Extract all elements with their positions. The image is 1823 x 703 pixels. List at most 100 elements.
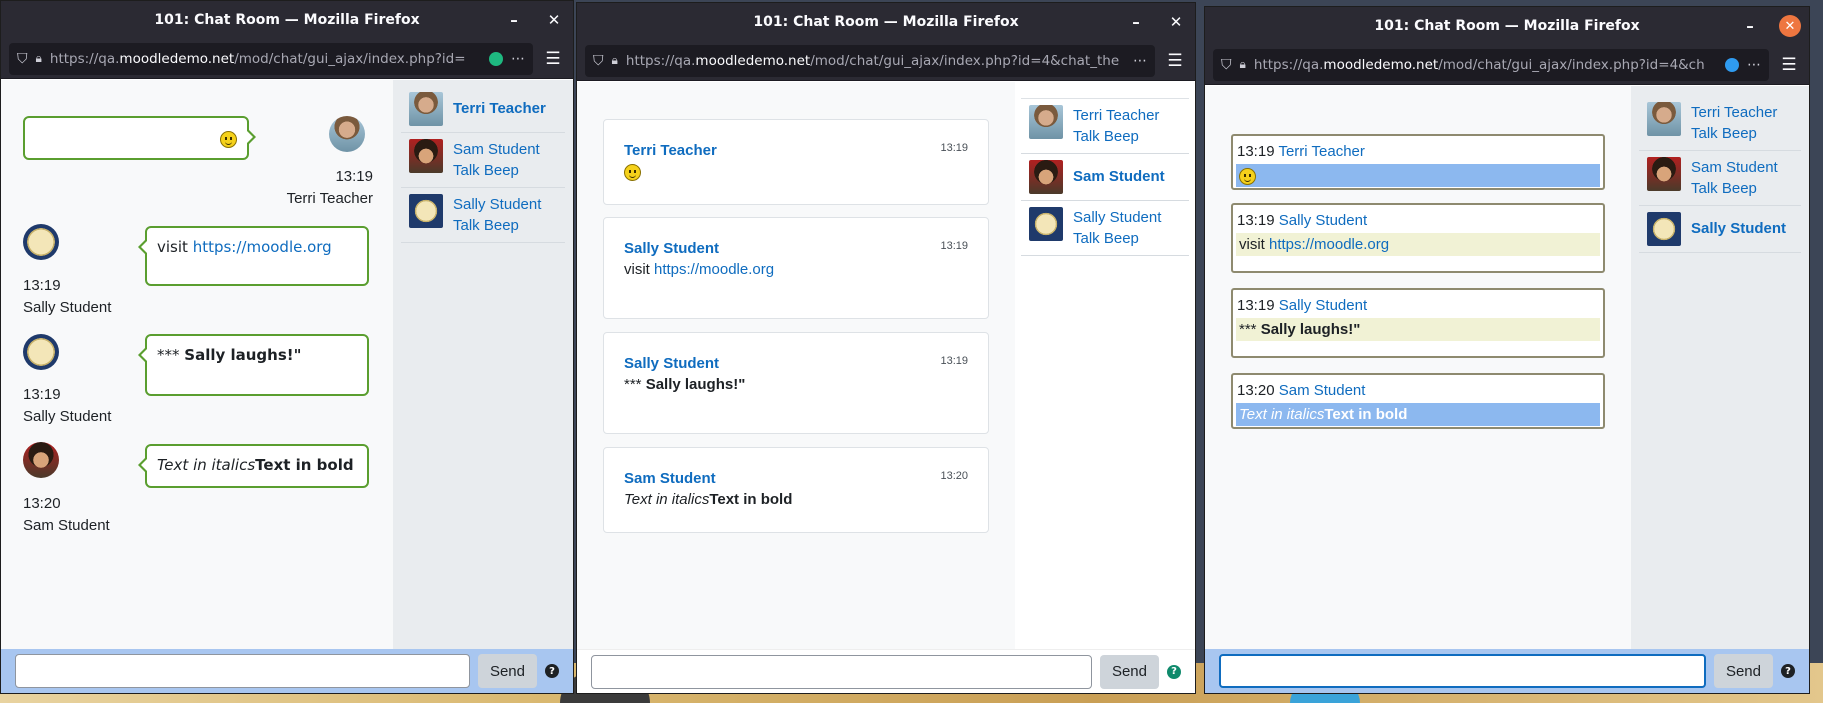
extension-indicator-icon[interactable]: [1725, 57, 1739, 72]
title-bar[interactable]: 101: Chat Room — Mozilla Firefox – ✕: [1205, 7, 1809, 45]
send-bar: Send ?: [1205, 649, 1809, 693]
lock-icon[interactable]: 🔒︎: [36, 51, 42, 66]
nav-bar: ⛉ 🔒︎ https://qa.moodledemo.net/mod/chat/…: [1, 39, 573, 79]
help-icon[interactable]: ?: [1167, 664, 1181, 679]
message-link[interactable]: https://moodle.org: [1269, 236, 1389, 253]
close-icon[interactable]: ✕: [1779, 15, 1801, 37]
message-author: Sally Student: [23, 299, 112, 316]
talk-beep-link[interactable]: Talk Beep: [1073, 126, 1159, 147]
user-name[interactable]: Sam Student: [1691, 157, 1778, 178]
send-button[interactable]: Send: [1099, 654, 1159, 689]
shield-icon[interactable]: ⛉: [593, 53, 604, 69]
title-bar[interactable]: 101: Chat Room — Mozilla Firefox – ✕: [1, 1, 573, 39]
user-name[interactable]: Sally Student: [453, 194, 541, 215]
send-button[interactable]: Send: [477, 654, 537, 688]
user-name[interactable]: Sally Student: [1691, 212, 1786, 246]
more-icon[interactable]: ⋯: [1133, 53, 1147, 69]
avatar: [409, 139, 443, 173]
minimize-icon[interactable]: –: [1125, 11, 1147, 33]
message-bubble: visit https://moodle.org: [138, 226, 369, 286]
messages-pane: 13:19 Terri Teacher 13:19 Sally Student …: [1205, 86, 1631, 649]
send-button[interactable]: Send: [1713, 654, 1773, 688]
message-body: *** Sally laughs!": [1236, 318, 1600, 341]
message-box: 13:19 Sally Student *** Sally laughs!": [1231, 288, 1605, 358]
more-icon[interactable]: ⋯: [1747, 57, 1761, 73]
user-item[interactable]: Terri Teacher: [401, 80, 565, 133]
message-link[interactable]: https://moodle.org: [193, 238, 332, 256]
browser-window-2: 101: Chat Room — Mozilla Firefox – ✕ ⛉ 🔒…: [576, 2, 1196, 694]
talk-beep-link[interactable]: Talk Beep: [453, 215, 541, 236]
message-meta: 13:19 Sally Student: [23, 384, 111, 428]
talk-beep-link[interactable]: Talk Beep: [453, 160, 540, 181]
url-bar[interactable]: ⛉ 🔒︎ https://qa.moodledemo.net/mod/chat/…: [1213, 48, 1769, 81]
avatar: [23, 334, 59, 370]
close-icon[interactable]: ✕: [1165, 11, 1187, 33]
help-icon[interactable]: ?: [545, 664, 559, 678]
lock-icon[interactable]: 🔒︎: [1240, 57, 1246, 72]
message-author: Terri Teacher: [286, 190, 373, 207]
talk-beep-link[interactable]: Talk Beep: [1073, 228, 1161, 249]
message-link[interactable]: https://moodle.org: [654, 261, 774, 278]
menu-icon[interactable]: ☰: [541, 49, 565, 69]
menu-icon[interactable]: ☰: [1777, 55, 1801, 75]
avatar: [1029, 160, 1063, 194]
user-name[interactable]: Sam Student: [1073, 160, 1165, 194]
user-item[interactable]: Sam Student: [1021, 154, 1189, 201]
message-bold-text: Sally laughs!": [184, 346, 302, 364]
message-italic-text: Text in italics: [1239, 406, 1325, 423]
message-author[interactable]: Terri Teacher: [1278, 143, 1364, 160]
url-text[interactable]: https://qa.moodledemo.net/mod/chat/gui_a…: [1254, 57, 1717, 73]
lock-icon[interactable]: 🔒︎: [612, 53, 618, 68]
user-item[interactable]: Terri Teacher Talk Beep: [1639, 96, 1801, 151]
message-card: Terri Teacher 13:19: [603, 119, 989, 205]
messages-pane: Terri Teacher 13:19 Sally Student 13:19 …: [577, 82, 1015, 649]
avatar: [1029, 207, 1063, 241]
user-item[interactable]: Terri Teacher Talk Beep: [1021, 99, 1189, 154]
user-item[interactable]: Sally Student: [1639, 206, 1801, 253]
shield-icon[interactable]: ⛉: [1221, 57, 1232, 73]
message-body: Text in italicsText in bold: [1236, 403, 1600, 426]
message-italic-text: Text in italics: [157, 456, 256, 474]
user-name[interactable]: Terri Teacher: [453, 92, 546, 126]
menu-icon[interactable]: ☰: [1163, 51, 1187, 71]
minimize-icon[interactable]: –: [503, 9, 525, 31]
url-bar[interactable]: ⛉ 🔒︎ https://qa.moodledemo.net/mod/chat/…: [9, 42, 533, 75]
message-time: 13:19: [1237, 143, 1275, 160]
message-input[interactable]: [1219, 654, 1706, 688]
user-item[interactable]: Sam Student Talk Beep: [401, 133, 565, 188]
more-icon[interactable]: ⋯: [511, 51, 525, 67]
user-item[interactable]: Sam Student Talk Beep: [1639, 151, 1801, 206]
user-name[interactable]: Sam Student: [453, 139, 540, 160]
talk-beep-link[interactable]: Talk Beep: [1691, 178, 1778, 199]
message-author[interactable]: Sam Student: [1279, 382, 1366, 399]
avatar: [1647, 157, 1681, 191]
message-time: 13:19: [335, 168, 373, 185]
url-bar[interactable]: ⛉ 🔒︎ https://qa.moodledemo.net/mod/chat/…: [585, 44, 1155, 77]
message-author: Sally Student: [624, 240, 720, 257]
user-item[interactable]: Sally Student Talk Beep: [1021, 201, 1189, 256]
talk-beep-link[interactable]: Talk Beep: [1691, 123, 1777, 144]
message-bold-text: Text in bold: [709, 491, 793, 508]
nav-bar: ⛉ 🔒︎ https://qa.moodledemo.net/mod/chat/…: [577, 41, 1195, 81]
help-icon[interactable]: ?: [1781, 664, 1795, 678]
window-title: 101: Chat Room — Mozilla Firefox: [1374, 18, 1640, 34]
extension-indicator-icon[interactable]: [489, 51, 503, 66]
close-icon[interactable]: ✕: [543, 9, 565, 31]
message-input[interactable]: [591, 654, 1092, 689]
avatar: [23, 442, 59, 478]
url-text[interactable]: https://qa.moodledemo.net/mod/chat/gui_a…: [626, 53, 1125, 69]
url-text[interactable]: https://qa.moodledemo.net/mod/chat/gui_a…: [50, 51, 481, 67]
shield-icon[interactable]: ⛉: [17, 51, 28, 67]
minimize-icon[interactable]: –: [1739, 15, 1761, 37]
message-input[interactable]: [15, 654, 470, 688]
message-time: 13:19: [940, 240, 968, 252]
smiley-icon: [1239, 167, 1256, 185]
message-author[interactable]: Sally Student: [1279, 297, 1367, 314]
title-bar[interactable]: 101: Chat Room — Mozilla Firefox – ✕: [577, 3, 1195, 41]
user-name[interactable]: Terri Teacher: [1691, 102, 1777, 123]
user-name[interactable]: Sally Student: [1073, 207, 1161, 228]
message-author[interactable]: Sally Student: [1279, 212, 1367, 229]
user-name[interactable]: Terri Teacher: [1073, 105, 1159, 126]
message-bold-text: Sally laughs!": [645, 376, 746, 393]
user-item[interactable]: Sally Student Talk Beep: [401, 188, 565, 243]
